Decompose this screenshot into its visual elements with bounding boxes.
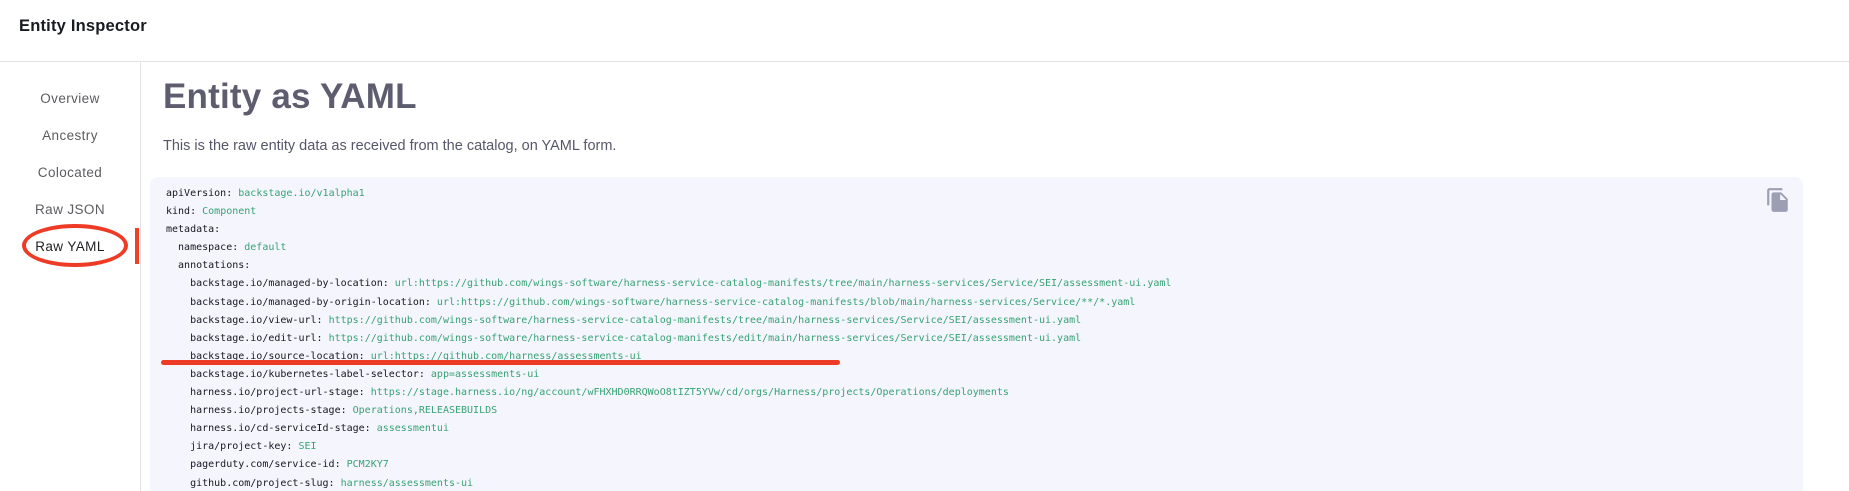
yaml-line: apiVersion: backstage.io/v1alpha1 <box>166 185 1787 203</box>
yaml-key: backstage.io/kubernetes-label-selector: <box>166 369 425 380</box>
sidebar-tabs: OverviewAncestryColocatedRaw JSONRaw YAM… <box>0 80 140 265</box>
yaml-value: backstage.io/v1alpha1 <box>232 188 364 199</box>
sidebar-divider <box>140 62 141 491</box>
yaml-line: harness.io/projects-stage: Operations,RE… <box>166 402 1787 420</box>
copy-icon <box>1765 187 1791 213</box>
yaml-key: kind: <box>166 206 196 217</box>
yaml-key: harness.io/cd-serviceId-stage: <box>166 423 371 434</box>
sidebar-item-raw-json[interactable]: Raw JSON <box>0 191 140 228</box>
yaml-value: url:https://github.com/wings-software/ha… <box>389 278 1172 289</box>
yaml-line: jira/project-key: SEI <box>166 438 1787 456</box>
yaml-line: harness.io/project-url-stage: https://st… <box>166 384 1787 402</box>
yaml-line: namespace: default <box>166 239 1787 257</box>
yaml-value: default <box>238 242 286 253</box>
yaml-value: SEI <box>292 441 316 452</box>
yaml-line: kind: Component <box>166 203 1787 221</box>
sidebar-item-colocated[interactable]: Colocated <box>0 154 140 191</box>
yaml-line: backstage.io/source-location: url:https:… <box>166 348 1787 366</box>
yaml-line: backstage.io/kubernetes-label-selector: … <box>166 366 1787 384</box>
yaml-key: metadata: <box>166 224 220 235</box>
yaml-line: pagerduty.com/service-id: PCM2KY7 <box>166 456 1787 474</box>
yaml-key: pagerduty.com/service-id: <box>166 459 341 470</box>
yaml-key: github.com/project-slug: <box>166 478 335 489</box>
yaml-value: https://github.com/wings-software/harnes… <box>323 333 1082 344</box>
yaml-key: backstage.io/managed-by-origin-location: <box>166 297 431 308</box>
yaml-key: harness.io/projects-stage: <box>166 405 347 416</box>
yaml-key: backstage.io/edit-url: <box>166 333 323 344</box>
yaml-code: apiVersion: backstage.io/v1alpha1kind: C… <box>150 177 1803 491</box>
sidebar-item-overview[interactable]: Overview <box>0 80 140 117</box>
yaml-value: url:https://github.com/harness/assessmen… <box>365 351 642 362</box>
yaml-line: github.com/project-slug: harness/assessm… <box>166 475 1787 491</box>
page-title: Entity as YAML <box>163 78 417 116</box>
header-divider <box>0 61 1849 62</box>
yaml-value: Operations,RELEASEBUILDS <box>347 405 498 416</box>
yaml-value: url:https://github.com/wings-software/ha… <box>431 297 1135 308</box>
sidebar-item-raw-yaml[interactable]: Raw YAML <box>0 228 140 265</box>
sidebar-item-ancestry[interactable]: Ancestry <box>0 117 140 154</box>
yaml-value: app=assessments-ui <box>425 369 539 380</box>
yaml-value: https://github.com/wings-software/harnes… <box>323 315 1082 326</box>
yaml-line: metadata: <box>166 221 1787 239</box>
yaml-value: harness/assessments-ui <box>335 478 473 489</box>
entity-inspector-dialog: Entity Inspector OverviewAncestryColocat… <box>0 0 1849 491</box>
yaml-value: PCM2KY7 <box>341 459 389 470</box>
dialog-title: Entity Inspector <box>19 17 147 36</box>
yaml-key: apiVersion: <box>166 188 232 199</box>
yaml-line: backstage.io/edit-url: https://github.co… <box>166 330 1787 348</box>
yaml-value: assessmentui <box>371 423 449 434</box>
yaml-value: Component <box>196 206 256 217</box>
page-subtitle: This is the raw entity data as received … <box>163 136 616 156</box>
yaml-key: jira/project-key: <box>166 441 292 452</box>
yaml-key: backstage.io/managed-by-location: <box>166 278 389 289</box>
yaml-key: namespace: <box>166 242 238 253</box>
yaml-key: annotations: <box>166 260 250 271</box>
yaml-code-block: apiVersion: backstage.io/v1alpha1kind: C… <box>150 177 1803 491</box>
yaml-key: backstage.io/source-location: <box>166 351 365 362</box>
copy-button[interactable] <box>1765 187 1791 213</box>
yaml-value: https://stage.harness.io/ng/account/wFHX… <box>365 387 1009 398</box>
yaml-key: harness.io/project-url-stage: <box>166 387 365 398</box>
yaml-key: backstage.io/view-url: <box>166 315 323 326</box>
yaml-line: backstage.io/managed-by-location: url:ht… <box>166 275 1787 293</box>
yaml-line: harness.io/cd-serviceId-stage: assessmen… <box>166 420 1787 438</box>
yaml-line: annotations: <box>166 257 1787 275</box>
active-tab-indicator <box>135 228 139 264</box>
yaml-line: backstage.io/managed-by-origin-location:… <box>166 294 1787 312</box>
yaml-line: backstage.io/view-url: https://github.co… <box>166 312 1787 330</box>
